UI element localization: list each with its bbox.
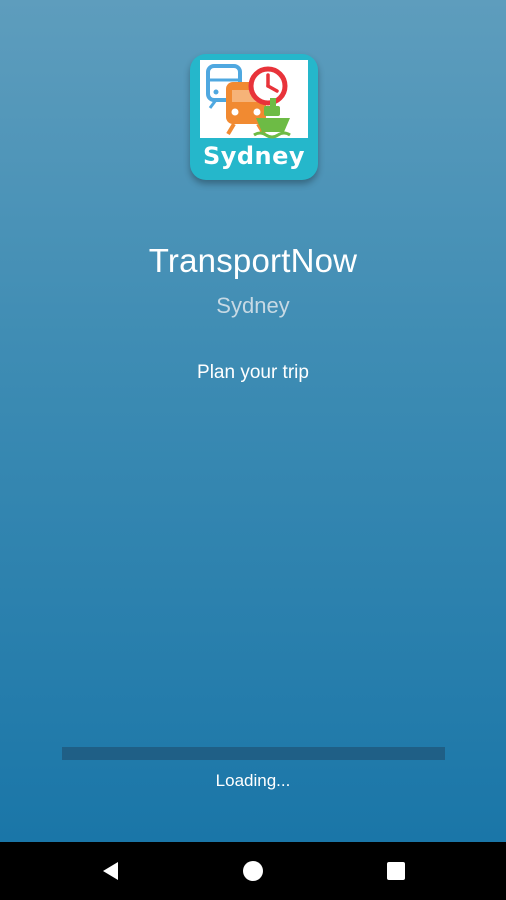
back-triangle-icon [103, 862, 118, 880]
recents-square-icon [387, 862, 405, 880]
app-icon-label: Sydney [202, 142, 306, 170]
splash-screen: Sydney TransportNow Sydney Plan your tri… [0, 0, 506, 842]
app-subtitle: Sydney [216, 293, 290, 318]
clock-icon [248, 66, 288, 106]
tagline: Plan your trip [197, 362, 309, 383]
app-title: TransportNow [148, 242, 358, 279]
back-button[interactable] [81, 842, 141, 900]
home-circle-icon [243, 861, 263, 881]
loading-text: Loading... [215, 771, 291, 790]
system-navigation-bar [0, 842, 506, 900]
loading-progress-bar [62, 747, 445, 760]
home-button[interactable] [223, 842, 283, 900]
app-icon: Sydney [190, 54, 318, 180]
recents-button[interactable] [366, 842, 426, 900]
